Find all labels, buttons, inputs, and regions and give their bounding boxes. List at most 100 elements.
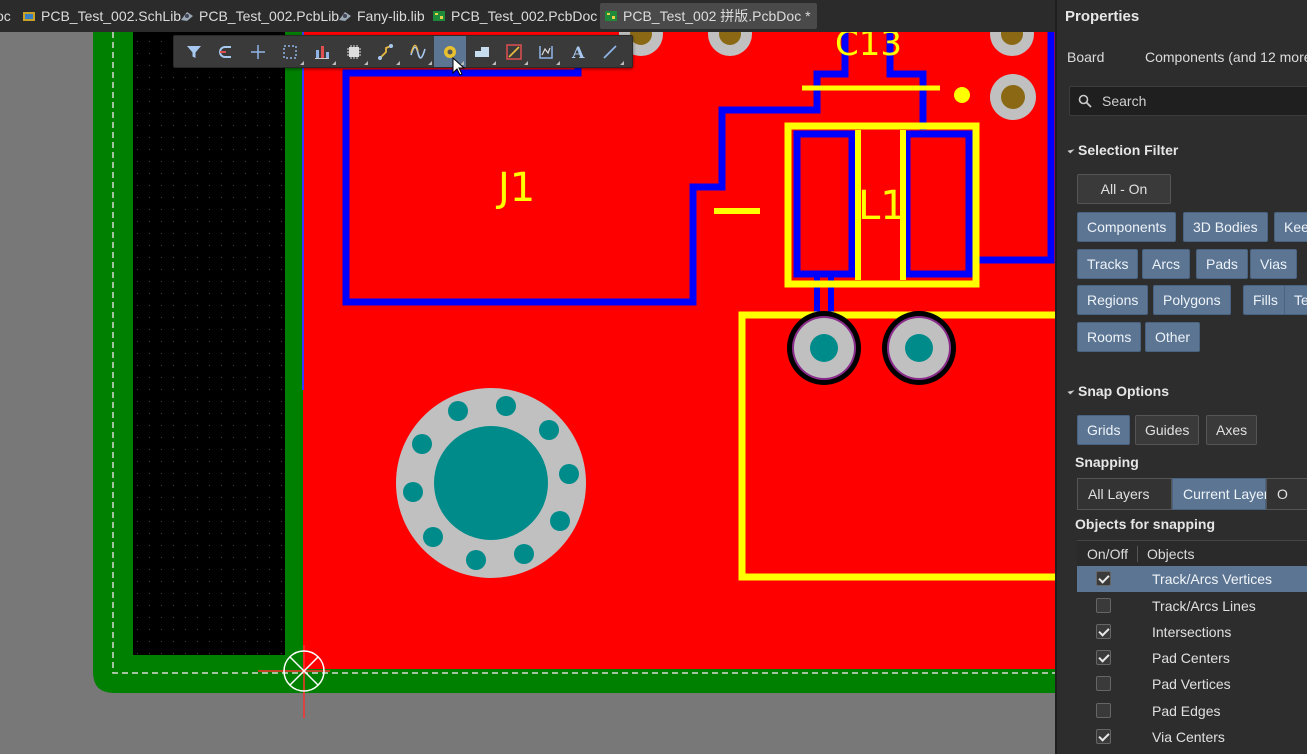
filter-polygons[interactable]: Polygons — [1153, 285, 1231, 315]
place-line-icon — [603, 44, 617, 59]
magnet-route-button[interactable] — [210, 36, 242, 67]
filter-tracks[interactable]: Tracks — [1077, 249, 1139, 279]
pcb-canvas[interactable]: L1 J1 C13 — [0, 32, 1055, 754]
filter-components[interactable]: Components — [1077, 212, 1177, 242]
table-row[interactable]: Track/Arcs Vertices — [1077, 566, 1307, 592]
section-title: Selection Filter — [1078, 142, 1179, 158]
snap-options-header[interactable]: Snap Options — [1067, 383, 1169, 399]
filter-keepouts[interactable]: Keep — [1274, 212, 1307, 242]
snapping-off[interactable]: O — [1266, 478, 1307, 510]
dimension-button[interactable] — [530, 36, 562, 67]
properties-panel: Properties Board Components (and 12 more… — [1055, 0, 1307, 754]
tab-pcbdoc-panel-active[interactable]: PCB_Test_002 拼版.PcbDoc * — [600, 3, 817, 29]
tab-schlib[interactable]: PCB_Test_002.SchLib — [18, 3, 187, 29]
checkbox[interactable] — [1096, 624, 1111, 639]
place-string-icon: A — [571, 43, 585, 61]
place-string-button[interactable]: A — [562, 36, 594, 67]
board-cutout-area — [133, 32, 285, 655]
table-row[interactable]: Pad Vertices — [1077, 671, 1307, 697]
board-label: Board — [1067, 49, 1105, 65]
pcblib-icon — [181, 12, 193, 21]
magnet-route-icon — [219, 45, 231, 58]
snapping-all-layers[interactable]: All Layers — [1077, 478, 1172, 510]
tab-doc-partial[interactable]: oc — [0, 3, 17, 29]
l1-designator: L1 — [858, 183, 906, 229]
select-rectangle-icon — [283, 44, 297, 59]
checkbox[interactable] — [1096, 676, 1111, 691]
svg-text:A: A — [571, 43, 585, 61]
dropdown-corner — [332, 61, 336, 65]
snap-axes-toggle[interactable]: Axes — [1206, 415, 1258, 445]
table-row[interactable]: Via Centers — [1077, 724, 1307, 750]
snap-grids-toggle[interactable]: Grids — [1077, 415, 1131, 445]
filter-regions[interactable]: Regions — [1077, 285, 1149, 315]
tab-fany-lib[interactable]: Fany-lib.lib — [334, 3, 431, 29]
diff-pair-icon — [410, 44, 426, 59]
column-header-objects[interactable]: Objects — [1137, 546, 1194, 562]
checkbox[interactable] — [1096, 571, 1111, 586]
filter-other[interactable]: Other — [1145, 322, 1201, 352]
pad-hole — [905, 334, 933, 362]
search-input[interactable]: Search — [1069, 86, 1307, 116]
checkbox[interactable] — [1096, 598, 1111, 613]
polygon-pour-button[interactable] — [466, 36, 498, 67]
panel-title: Properties — [1065, 8, 1140, 25]
snapping-label: Snapping — [1075, 454, 1139, 470]
dropdown-corner — [364, 61, 368, 65]
dropdown-corner — [556, 61, 560, 65]
selection-filter-header[interactable]: Selection Filter — [1067, 142, 1179, 158]
filter-pads[interactable]: Pads — [1196, 249, 1248, 279]
search-placeholder: Search — [1102, 93, 1147, 109]
table-row[interactable]: Track/Arcs Lines — [1077, 593, 1307, 619]
component-button[interactable] — [338, 36, 370, 67]
align-icon — [315, 45, 329, 59]
select-rectangle-button[interactable] — [274, 36, 306, 67]
pcb-drawing[interactable]: L1 J1 C13 — [0, 32, 1055, 754]
row-label: Track/Arcs Lines — [1152, 598, 1256, 614]
mouse-cursor-icon — [452, 57, 466, 76]
filter-icon — [187, 45, 201, 58]
row-label: Track/Arcs Vertices — [1152, 571, 1273, 587]
filter-3d-bodies[interactable]: 3D Bodies — [1183, 212, 1268, 242]
tab-pcbdoc[interactable]: PCB_Test_002.PcbDoc * — [428, 3, 613, 29]
table-row[interactable]: Pad Centers — [1077, 645, 1307, 671]
checkbox[interactable] — [1096, 729, 1111, 744]
table-row[interactable]: Intersections — [1077, 619, 1307, 645]
crosshair-button[interactable] — [242, 36, 274, 67]
dimension-icon — [539, 45, 553, 59]
row-label: Pad Centers — [1152, 650, 1230, 666]
tab-label: PCB_Test_002.PcbLib — [199, 8, 340, 24]
align-button[interactable] — [306, 36, 338, 67]
board-filter-value[interactable]: Components (and 12 more) — [1145, 49, 1307, 65]
place-line-button[interactable] — [594, 36, 626, 67]
all-on-button[interactable]: All - On — [1077, 174, 1171, 204]
interactive-route-button[interactable] — [370, 36, 402, 67]
filter-arcs[interactable]: Arcs — [1142, 249, 1190, 279]
checkbox[interactable] — [1096, 703, 1111, 718]
place-track-button[interactable] — [498, 36, 530, 67]
diff-pair-button[interactable] — [402, 36, 434, 67]
filter-rooms[interactable]: Rooms — [1077, 322, 1142, 352]
filter-fills[interactable]: Fills — [1243, 285, 1288, 315]
checkbox[interactable] — [1096, 650, 1111, 665]
dropdown-corner — [620, 61, 624, 65]
filter-text[interactable]: Te — [1284, 285, 1307, 315]
snap-guides-toggle[interactable]: Guides — [1135, 415, 1200, 445]
row-label: Pad Edges — [1152, 703, 1221, 719]
search-icon — [1078, 94, 1092, 108]
collapse-triangle-icon — [1067, 387, 1075, 395]
column-header-onoff[interactable]: On/Off — [1087, 546, 1128, 562]
tab-pcblib[interactable]: PCB_Test_002.PcbLib — [176, 3, 345, 29]
pcbdoc-icon — [433, 11, 445, 21]
pad-hole — [1001, 85, 1025, 109]
row-label: Intersections — [1152, 624, 1232, 640]
snapping-current-layer[interactable]: Current Layer — [1172, 478, 1269, 510]
filter-button[interactable] — [178, 36, 210, 67]
section-title: Snap Options — [1078, 383, 1169, 399]
filter-vias[interactable]: Vias — [1250, 249, 1297, 279]
document-tab-bar: oc PCB_Test_002.SchLib PCB_Test_002.PcbL… — [0, 0, 1055, 32]
pin1-marker — [954, 87, 970, 103]
objects-for-snapping-label: Objects for snapping — [1075, 516, 1216, 532]
table-row[interactable]: Pad Edges — [1077, 698, 1307, 724]
schlib-icon — [23, 12, 35, 21]
